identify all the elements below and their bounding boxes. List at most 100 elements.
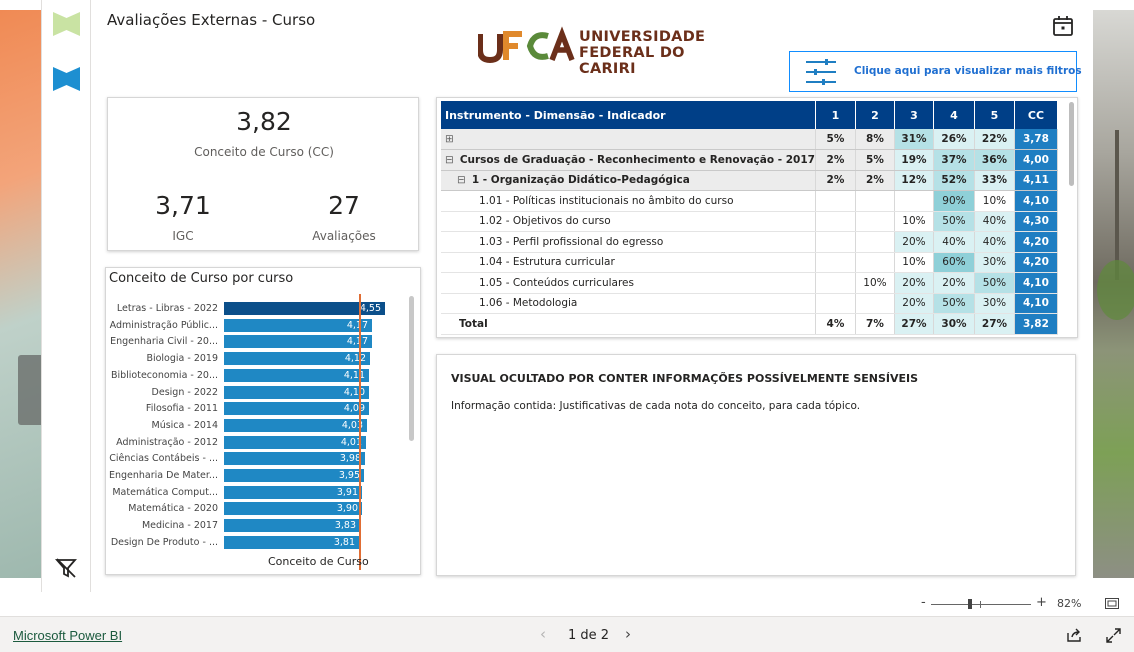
bar-category-label: Letras - Libras - 2022 xyxy=(116,303,218,314)
matrix-row-label: 1.04 - Estrutura curricular xyxy=(479,256,615,269)
previous-page-button[interactable]: ‹ xyxy=(540,625,546,643)
matrix-cell: 4% xyxy=(815,313,856,335)
bar-category-label: Biologia - 2019 xyxy=(146,353,218,365)
matrix-row[interactable]: 1.06 - Metodologia 20% 50% 30% 4,10 xyxy=(441,293,1058,314)
matrix-row-label: 1.03 - Perfil profissional do egresso xyxy=(479,235,664,248)
matrix-row[interactable]: ⊟ 1 - Organização Didático-Pedagógica 2% 2%… xyxy=(441,170,1058,191)
bar-row[interactable]: Engenharia De Mater... 3,95 xyxy=(106,469,406,483)
matrix-row[interactable]: 1.03 - Perfil profissional do egresso 20%… xyxy=(441,231,1058,253)
hidden-visual-text: Informação contida: Justificativas de ca… xyxy=(451,400,861,412)
bar-row[interactable]: Medicina - 2017 3,83 xyxy=(106,519,406,533)
matrix-cell: 90% xyxy=(933,190,975,212)
zoom-slider-thumb[interactable] xyxy=(968,599,972,609)
cc-label: Conceito de Curso (CC) xyxy=(194,145,334,159)
bar-row[interactable]: Ciências Contábeis - ... 3,98 xyxy=(106,452,406,466)
bar-row[interactable]: Biologia - 2019 4,12 xyxy=(106,352,406,366)
bar-value-label: 4,17 xyxy=(346,336,368,348)
matrix-cell xyxy=(815,293,856,314)
matrix-cell: 37% xyxy=(933,149,975,171)
matrix-row[interactable]: 1.05 - Conteúdos curriculares 10% 20% 20% 50… xyxy=(441,272,1058,294)
matrix-cell: 5% xyxy=(815,129,856,150)
matrix-total-row[interactable]: Total 4% 7% 27% 30% 27% 3,82 xyxy=(441,313,1058,335)
matrix-header-3[interactable]: 3 xyxy=(894,101,934,129)
matrix-cc-cell: 4,20 xyxy=(1014,252,1058,273)
matrix-table: Instrumento - Dimensão - Indicador 1 2 3 4 5 C… xyxy=(441,101,1058,335)
share-icon[interactable] xyxy=(1067,628,1082,642)
matrix-cell: 52% xyxy=(933,170,975,191)
matrix-cell: 10% xyxy=(894,211,934,232)
matrix-header-cc[interactable]: CC xyxy=(1014,101,1058,129)
bar-value-label: 3,91 xyxy=(336,486,358,498)
fit-to-page-icon[interactable] xyxy=(1105,598,1119,609)
chart-scrollbar[interactable] xyxy=(409,296,414,441)
bar-value-label: 3,81 xyxy=(333,536,355,548)
matrix-header-2[interactable]: 2 xyxy=(855,101,895,129)
matrix-header-1[interactable]: 1 xyxy=(815,101,856,129)
bar-category-label: Biblioteconomia - 20... xyxy=(110,369,218,381)
matrix-cc-cell: 3,82 xyxy=(1014,313,1058,335)
matrix-cell: 40% xyxy=(974,211,1015,232)
bar-row[interactable]: Música - 2014 4,03 xyxy=(106,418,406,433)
matrix-cc-cell: 4,00 xyxy=(1014,149,1058,171)
matrix-cell: 27% xyxy=(894,313,934,335)
matrix-header-label[interactable]: Instrumento - Dimensão - Indicador xyxy=(441,101,816,129)
bar-row[interactable]: Engenharia Civil - 20... 4,17 xyxy=(106,335,406,349)
matrix-cell xyxy=(815,231,856,253)
bar-row[interactable]: Filosofia - 2011 4,09 xyxy=(106,402,406,416)
calendar-icon[interactable] xyxy=(1051,14,1075,38)
matrix-row[interactable]: 1.01 - Políticas institucionais no âmbit… xyxy=(441,190,1058,212)
matrix-header-5[interactable]: 5 xyxy=(974,101,1015,129)
zoom-slider-tick xyxy=(980,601,981,608)
matrix-cell: 40% xyxy=(974,231,1015,253)
matrix-cc-cell: 3,78 xyxy=(1014,129,1058,150)
bar-row[interactable]: Design - 2022 4,10 xyxy=(106,385,406,400)
fullscreen-icon[interactable] xyxy=(1106,628,1121,643)
bar-row[interactable]: Design De Produto - ... 3,81 xyxy=(106,535,406,550)
background-pillar xyxy=(1115,130,1119,280)
zoom-in-button[interactable]: + xyxy=(1036,595,1047,610)
matrix-cell xyxy=(855,231,895,253)
bar-row[interactable]: Administração - 2012 4,01 xyxy=(106,435,406,450)
background-photo-left xyxy=(0,10,41,578)
matrix-scrollbar[interactable] xyxy=(1069,102,1074,186)
bar-row[interactable]: Matemática Comput... 3,91 xyxy=(106,485,406,500)
bar-row[interactable]: Matemática - 2020 3,90 xyxy=(106,502,406,516)
next-page-button[interactable]: › xyxy=(625,625,631,643)
bar-row[interactable]: Letras - Libras - 2022 4,55 xyxy=(106,302,406,316)
bar-chart-card: Conceito de Curso por curso Letras - Lib… xyxy=(105,267,421,575)
reference-line xyxy=(359,294,361,570)
matrix-row[interactable]: 1.04 - Estrutura curricular 10% 60% 30% 4,20 xyxy=(441,252,1058,273)
bookmark-blue-icon[interactable] xyxy=(53,67,80,91)
sliders-icon xyxy=(806,59,836,85)
background-photo-right xyxy=(1093,10,1134,578)
matrix-cell: 33% xyxy=(974,170,1015,191)
more-filters-button[interactable]: Clique aqui para visualizar mais filtros xyxy=(789,51,1082,92)
expand-icon[interactable]: ⊞ xyxy=(445,133,454,145)
clear-filter-icon[interactable] xyxy=(54,556,78,580)
matrix-label-cell: 1.01 - Políticas institucionais no âmbit… xyxy=(441,190,816,212)
matrix-header-4[interactable]: 4 xyxy=(933,101,975,129)
kpi-card: 3,82 Conceito de Curso (CC) 3,71 IGC 27 … xyxy=(107,97,419,251)
power-bi-link[interactable]: Microsoft Power BI xyxy=(13,628,122,643)
matrix-cell: 19% xyxy=(894,149,934,171)
bar-row[interactable]: Administração Públic... 4,17 xyxy=(106,318,406,333)
matrix-label-cell: 1.04 - Estrutura curricular xyxy=(441,252,816,273)
zoom-slider-track[interactable] xyxy=(931,604,1031,605)
matrix-cell: 10% xyxy=(974,190,1015,212)
collapse-icon[interactable]: ⊟ xyxy=(445,154,454,166)
report-title: Avaliações Externas - Curso xyxy=(107,11,316,29)
bar-value-label: 4,01 xyxy=(340,436,362,448)
matrix-row-label: 1.06 - Metodologia xyxy=(479,297,578,310)
collapse-icon[interactable]: ⊟ xyxy=(457,174,466,186)
bookmark-light-green-icon[interactable] xyxy=(53,12,80,36)
matrix-cell: 60% xyxy=(933,252,975,273)
matrix-row[interactable]: 1.02 - Objetivos do curso 10% 50% 40% 4,30 xyxy=(441,211,1058,232)
matrix-row[interactable]: ⊞ 5% 8% 31% 26% 22% 3,78 xyxy=(441,129,1058,150)
matrix-cell: 26% xyxy=(933,129,975,150)
zoom-out-button[interactable]: - xyxy=(921,595,926,610)
matrix-row[interactable]: ⊟ Cursos de Graduação - Reconhecimento e … xyxy=(441,149,1058,171)
matrix-row-label: Total xyxy=(459,317,488,330)
matrix-cc-cell: 4,30 xyxy=(1014,211,1058,232)
bar-row[interactable]: Biblioteconomia - 20... 4,11 xyxy=(106,368,406,383)
matrix-cell: 10% xyxy=(894,252,934,273)
